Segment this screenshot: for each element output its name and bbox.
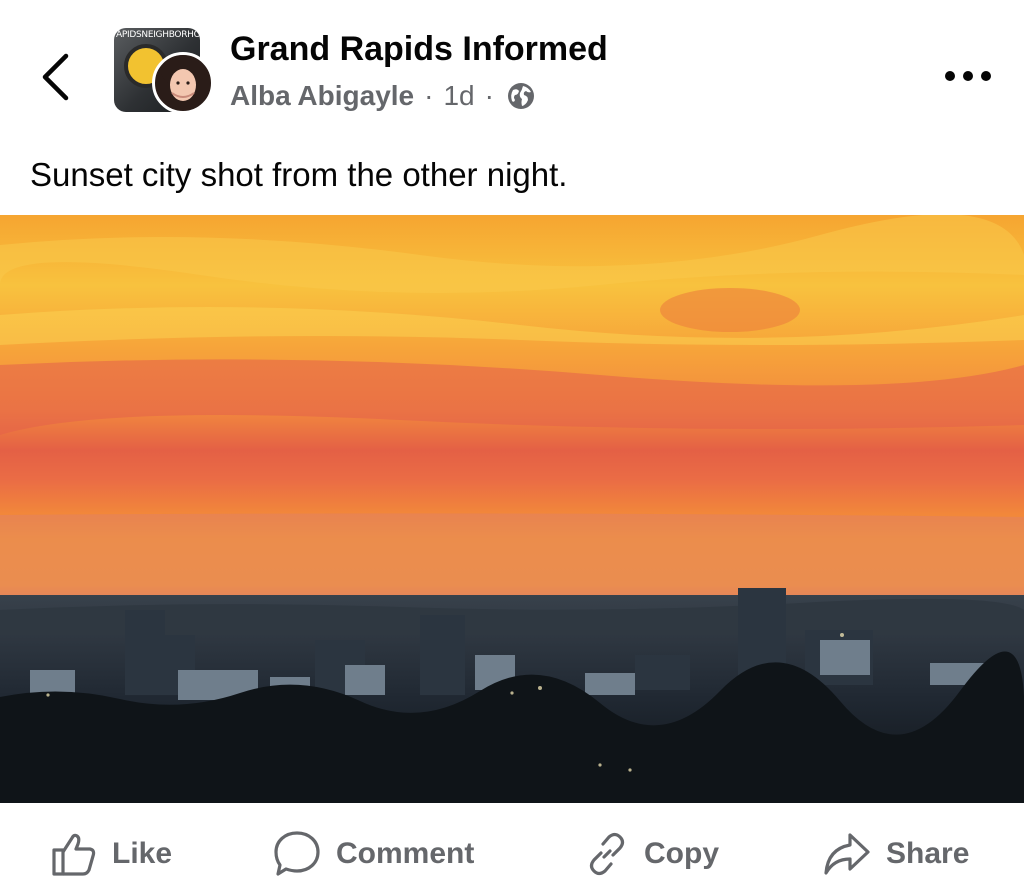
link-icon <box>589 832 625 876</box>
sunset-cityscape-image <box>0 215 1024 803</box>
post-meta: Alba Abigayle · 1d · <box>230 80 536 112</box>
comment-label: Comment <box>336 837 475 870</box>
post-time[interactable]: 1d <box>443 80 474 112</box>
like-button[interactable]: Like <box>50 828 172 880</box>
post-actions-bar: Like Comment Copy Share <box>0 810 1024 896</box>
thumbs-up-icon <box>52 833 96 876</box>
more-options-button[interactable] <box>942 60 994 92</box>
more-horizontal-icon <box>945 71 991 81</box>
post-text: Sunset city shot from the other night. <box>30 156 568 193</box>
copy-label: Copy <box>644 837 719 870</box>
back-button[interactable] <box>32 46 82 108</box>
avatar-group[interactable]: APIDSNEIGHBORHOO <box>114 28 214 114</box>
share-icon <box>824 833 870 875</box>
group-avatar-text: APIDSNEIGHBORHOO <box>116 30 200 40</box>
author-name[interactable]: Alba Abigayle <box>230 80 414 112</box>
user-face-icon <box>161 55 205 101</box>
share-button[interactable]: Share <box>822 828 969 880</box>
like-label: Like <box>112 837 173 870</box>
meta-separator: · <box>424 80 434 111</box>
copy-link-button[interactable]: Copy <box>584 828 719 880</box>
comment-button[interactable]: Comment <box>272 828 474 880</box>
user-avatar[interactable] <box>152 52 214 114</box>
chevron-left-icon <box>42 53 69 101</box>
post-photo[interactable] <box>0 215 1024 803</box>
post-header: APIDSNEIGHBORHOO Grand Rapids Informed A… <box>0 0 1024 140</box>
comment-icon <box>274 831 320 876</box>
meta-separator: · <box>484 80 494 111</box>
share-label: Share <box>886 837 970 870</box>
globe-icon <box>507 83 534 109</box>
group-name[interactable]: Grand Rapids Informed <box>230 30 608 69</box>
